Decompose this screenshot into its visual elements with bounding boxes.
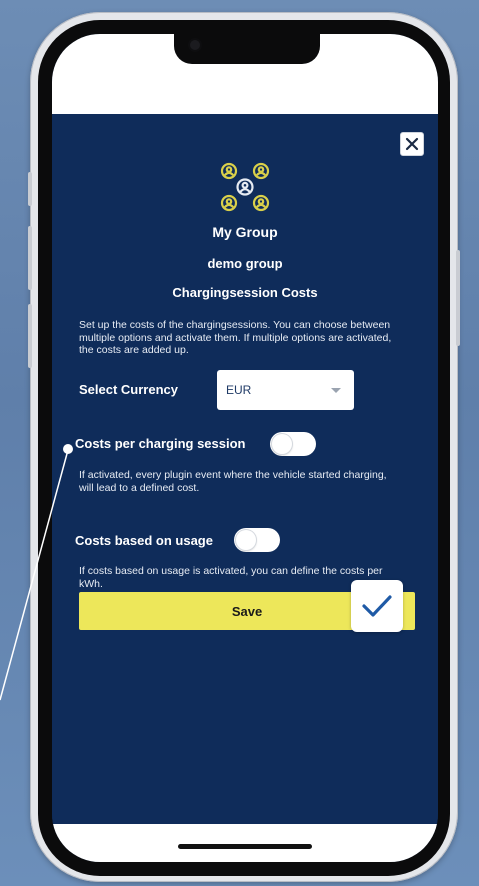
phone-side-button xyxy=(28,172,32,206)
per-session-toggle[interactable] xyxy=(270,432,316,456)
costs-modal: My Group demo group Chargingsession Cost… xyxy=(52,114,438,824)
front-camera xyxy=(190,40,200,50)
checkmark-badge xyxy=(351,580,403,632)
group-name: demo group xyxy=(207,256,283,271)
currency-value: EUR xyxy=(226,383,252,397)
modal-title: My Group xyxy=(212,224,278,240)
close-icon xyxy=(405,137,419,151)
per-session-label: Costs per charging session xyxy=(75,436,246,451)
phone-power-button xyxy=(456,250,460,346)
status-signal: ••• xyxy=(393,52,408,64)
phone-screen: 11:40 ••• My Group demo group Chargingse… xyxy=(52,34,438,862)
currency-select[interactable]: EUR xyxy=(217,370,354,410)
per-session-description: If activated, every plugin event where t… xyxy=(79,469,387,494)
currency-label: Select Currency xyxy=(79,382,178,397)
checkmark-icon xyxy=(362,595,392,617)
toggle-knob xyxy=(236,530,256,550)
phone-volume-up xyxy=(28,226,32,290)
chevron-down-icon xyxy=(331,388,341,393)
header-band xyxy=(52,82,438,114)
close-button[interactable] xyxy=(400,132,424,156)
usage-toggle[interactable] xyxy=(234,528,280,552)
toggle-knob xyxy=(272,434,292,454)
home-indicator xyxy=(178,844,312,849)
home-bar-area xyxy=(52,824,438,862)
intro-text: Set up the costs of the chargingsessions… xyxy=(79,319,392,356)
group-people-icon xyxy=(220,162,270,212)
status-time: 11:40 xyxy=(88,50,129,67)
section-title: Chargingsession Costs xyxy=(172,285,318,300)
usage-label: Costs based on usage xyxy=(75,533,213,548)
phone-volume-down xyxy=(28,304,32,368)
